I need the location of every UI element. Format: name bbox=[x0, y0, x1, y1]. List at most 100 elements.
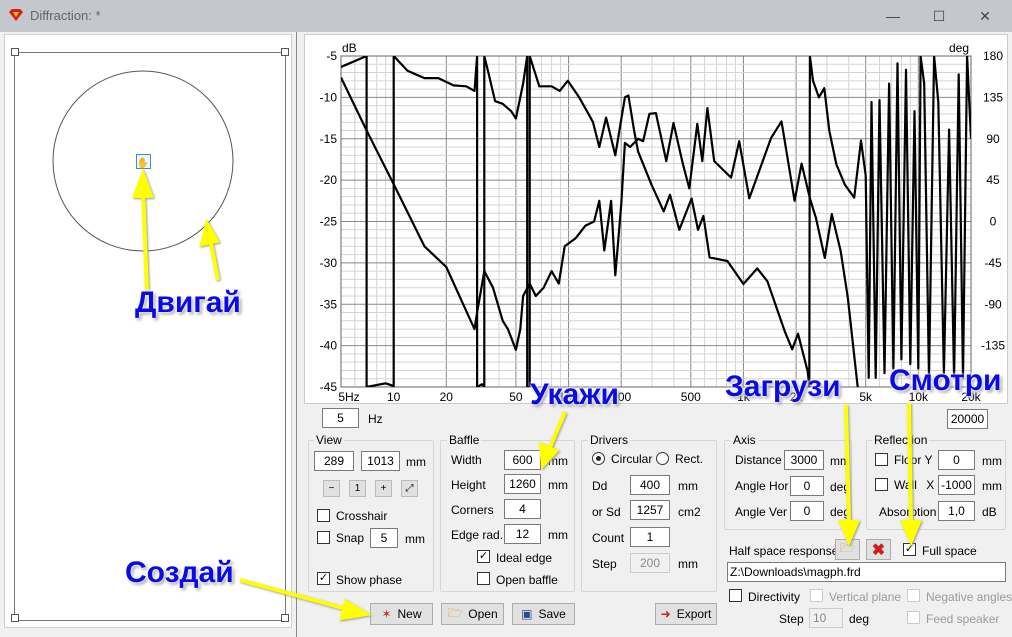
show-phase-label: Show phase bbox=[336, 573, 403, 587]
load-response-button[interactable]: 🗁 bbox=[835, 539, 860, 560]
angle-ver-unit: deg bbox=[830, 505, 848, 519]
export-label: Export bbox=[676, 607, 712, 621]
freq-min-input[interactable]: 5 bbox=[322, 408, 359, 428]
baffle-canvas[interactable]: ✋ bbox=[4, 34, 292, 628]
folder-open-icon: 🗁 bbox=[840, 541, 855, 555]
floor-label: Floor Y bbox=[894, 453, 933, 467]
wall-checkbox[interactable] bbox=[875, 478, 888, 491]
y2-axis-label: deg bbox=[949, 41, 969, 55]
minimize-button[interactable]: — bbox=[878, 6, 908, 26]
show-phase-checkbox[interactable]: ✓ bbox=[317, 572, 330, 585]
open-label: Open bbox=[468, 607, 498, 621]
edge-radius-input[interactable]: 12 bbox=[504, 524, 541, 544]
export-button[interactable]: ➜ Export bbox=[655, 603, 717, 625]
zoom-reset-icon[interactable]: 1 bbox=[349, 480, 366, 497]
save-button[interactable]: ▣ Save bbox=[512, 603, 575, 625]
y2-tick-label: 45 bbox=[986, 173, 1000, 187]
y-tick-label: -30 bbox=[320, 256, 338, 270]
half-space-label: Half space response bbox=[729, 544, 839, 558]
floor-input[interactable]: 0 bbox=[938, 450, 975, 470]
frequency-response-chart[interactable]: -5 -10 -15 -20 -25 -30 -35 -40 -45 180 135 90 45 0 -45… bbox=[304, 34, 1008, 404]
open-baffle-label: Open baffle bbox=[496, 573, 558, 587]
snap-input[interactable]: 5 bbox=[370, 528, 398, 548]
sd-label: or Sd bbox=[592, 505, 621, 519]
driver-step-input: 200 bbox=[630, 553, 670, 573]
sd-unit: cm2 bbox=[678, 505, 701, 519]
floor-unit: mm bbox=[982, 454, 1002, 468]
absorption-unit: dB bbox=[982, 505, 997, 519]
baffle-height-input[interactable]: 1260 bbox=[504, 474, 541, 494]
svg-text:✋: ✋ bbox=[137, 156, 149, 169]
count-label: Count bbox=[592, 531, 625, 545]
dd-unit: mm bbox=[678, 479, 698, 493]
sd-input[interactable]: 1257 bbox=[630, 500, 670, 520]
directivity-checkbox[interactable] bbox=[729, 589, 742, 602]
step-label: Step bbox=[592, 557, 617, 571]
circular-label: Circular bbox=[611, 452, 653, 466]
maximize-button[interactable]: ☐ bbox=[924, 6, 954, 26]
magic-wand-icon: ✶ bbox=[381, 607, 392, 621]
wall-input[interactable]: -1000 bbox=[938, 475, 975, 495]
full-space-checkbox[interactable]: ✓ bbox=[903, 543, 916, 556]
count-input[interactable]: 1 bbox=[630, 527, 670, 547]
zoom-out-icon[interactable]: − bbox=[323, 480, 340, 497]
distance-input[interactable]: 3000 bbox=[784, 450, 824, 470]
height-label: Height bbox=[451, 478, 486, 492]
zoom-in-icon[interactable]: + bbox=[375, 480, 392, 497]
open-baffle-checkbox[interactable] bbox=[477, 572, 490, 585]
arrow-head bbox=[339, 598, 372, 621]
wall-label: Wall X bbox=[894, 478, 935, 492]
annotation-look: Смотри bbox=[889, 364, 1002, 397]
open-button[interactable]: 🗁 Open bbox=[441, 603, 504, 625]
clear-response-button[interactable]: ✖ bbox=[866, 539, 891, 560]
width-unit: mm bbox=[548, 454, 568, 468]
crosshair-checkbox[interactable] bbox=[317, 509, 330, 522]
window-title: Diffraction: * bbox=[30, 8, 101, 23]
angle-ver-input[interactable]: 0 bbox=[790, 501, 824, 521]
x-tick-label: 50 bbox=[509, 390, 523, 404]
directivity-step-unit: deg bbox=[849, 612, 870, 626]
absorption-input[interactable]: 1,0 bbox=[938, 501, 975, 521]
feed-speaker-checkbox bbox=[907, 611, 920, 624]
annotation-create: Создай bbox=[125, 556, 234, 589]
rect-label: Rect. bbox=[675, 452, 704, 466]
x-tick-label: 5Hz bbox=[338, 390, 359, 404]
delete-x-icon: ✖ bbox=[871, 541, 886, 559]
floor-checkbox[interactable] bbox=[875, 453, 888, 466]
save-label: Save bbox=[538, 607, 566, 621]
view-height-input[interactable]: 1013 bbox=[361, 451, 400, 471]
distance-label: Distance bbox=[735, 453, 782, 467]
negative-angles-label: Negative angles bbox=[926, 590, 1012, 604]
zoom-fit-icon[interactable]: ⤢ bbox=[401, 480, 418, 497]
circular-radio[interactable] bbox=[592, 452, 605, 465]
x-tick-label: 10 bbox=[387, 390, 401, 404]
y2-tick-label: 135 bbox=[983, 90, 1003, 104]
y2-tick-label: 180 bbox=[983, 49, 1003, 63]
new-button[interactable]: ✶ New bbox=[370, 603, 433, 625]
directivity-label: Directivity bbox=[748, 590, 801, 604]
close-button[interactable]: ✕ bbox=[970, 6, 1000, 26]
view-width-input[interactable]: 289 bbox=[314, 451, 354, 471]
x-tick-label: 5k bbox=[859, 390, 873, 404]
corners-input[interactable]: 4 bbox=[504, 499, 541, 519]
view-unit: mm bbox=[406, 455, 426, 469]
panel-splitter[interactable] bbox=[296, 32, 302, 637]
dd-input[interactable]: 400 bbox=[630, 475, 670, 495]
annotation-load: Загрузи bbox=[725, 370, 841, 403]
ideal-edge-checkbox[interactable]: ✓ bbox=[477, 550, 490, 563]
y-tick-label: -15 bbox=[320, 132, 338, 146]
export-icon: ➜ bbox=[660, 607, 671, 621]
floppy-disk-icon: ▣ bbox=[521, 607, 533, 621]
rect-radio[interactable] bbox=[656, 452, 669, 465]
y-tick-label: -35 bbox=[320, 297, 338, 311]
baffle-width-input[interactable]: 600 bbox=[504, 450, 541, 470]
angle-hor-input[interactable]: 0 bbox=[790, 476, 824, 496]
crosshair-label: Crosshair bbox=[336, 509, 388, 523]
app-logo-icon bbox=[9, 9, 23, 21]
response-file-path-input[interactable]: Z:\Downloads\magph.frd bbox=[727, 562, 1006, 582]
snap-checkbox[interactable] bbox=[317, 531, 330, 544]
absorption-label: Absorption bbox=[879, 505, 937, 519]
freq-max-input[interactable]: 20000 bbox=[947, 409, 988, 429]
view-group-label: View bbox=[314, 433, 344, 447]
directivity-step-input: 10 bbox=[809, 608, 843, 628]
